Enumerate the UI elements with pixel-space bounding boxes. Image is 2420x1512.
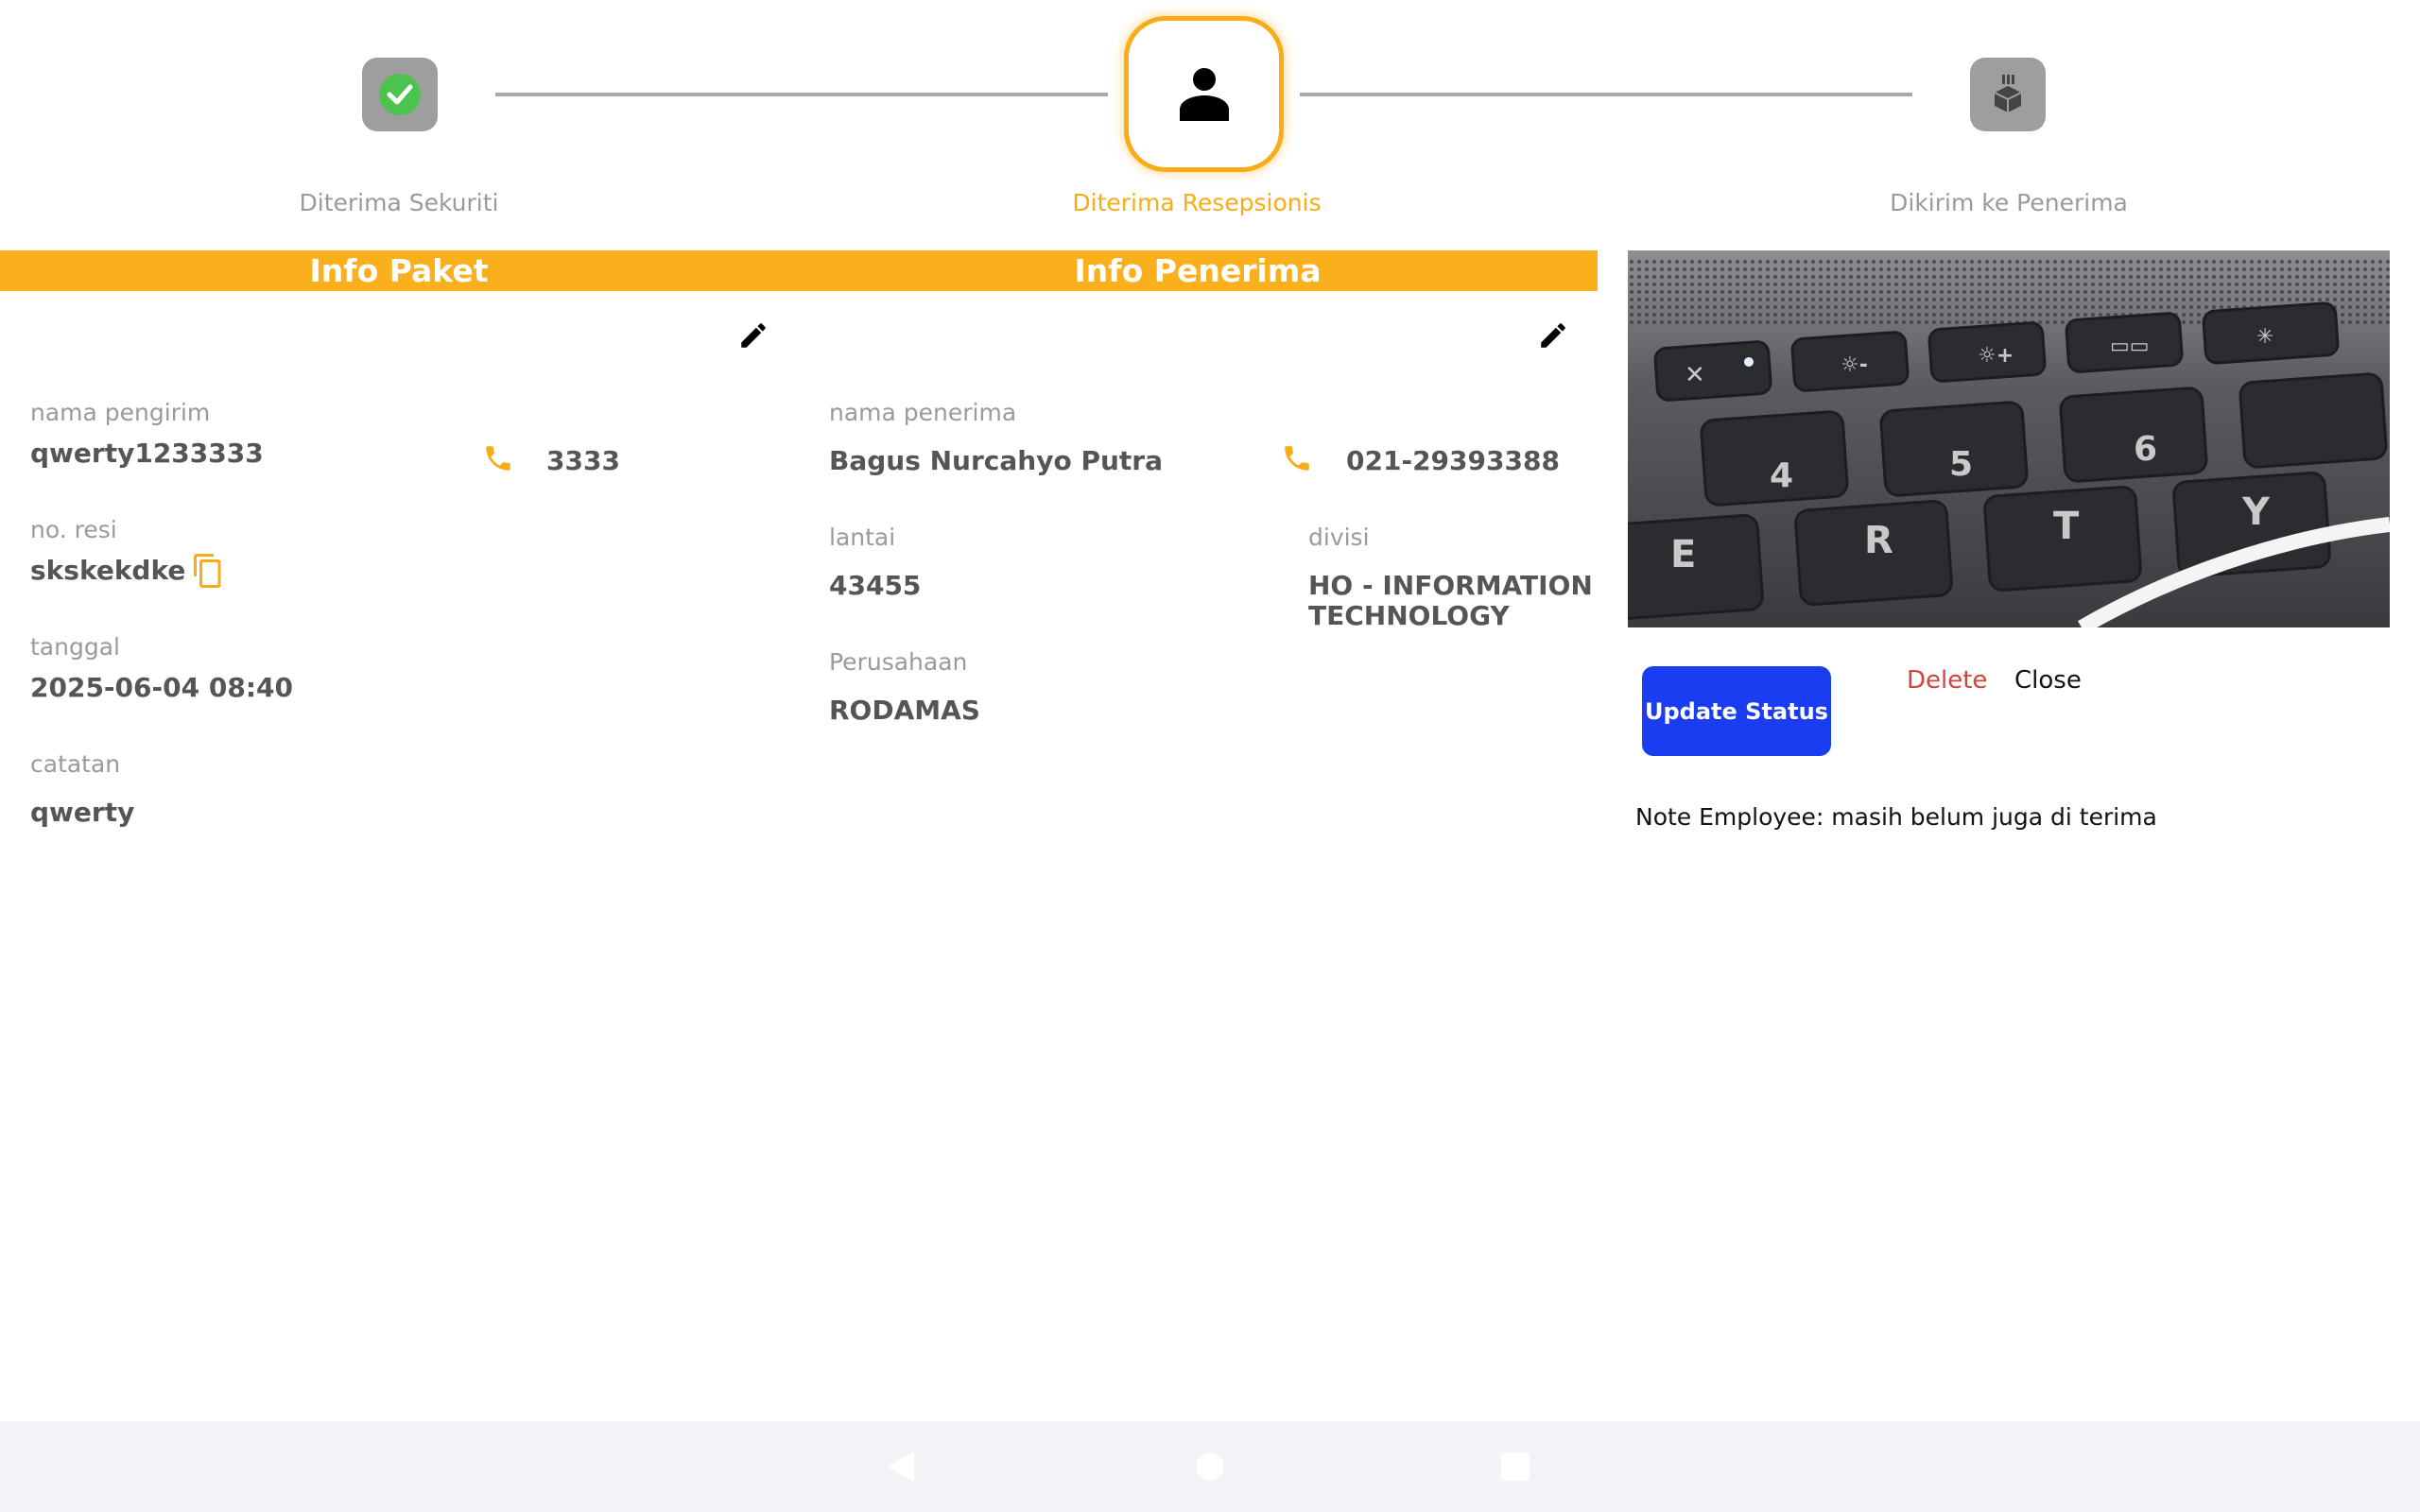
division-value-line2: TECHNOLOGY [1308, 600, 1510, 631]
recipient-phone-icon[interactable] [1281, 442, 1313, 474]
floor-label: lantai [829, 524, 896, 551]
stepper-connector-2 [1300, 93, 1912, 96]
svg-text:R: R [1864, 519, 1893, 562]
sender-phone-icon[interactable] [482, 442, 514, 474]
svg-text:T: T [2053, 505, 2080, 548]
keyboard-photo-image: ✕ ☼- ☼+ ▭▭ ✳ 4 5 6 E R T Y [1628, 250, 2390, 627]
sender-name-value: qwerty1233333 [30, 438, 264, 469]
svg-text:✕: ✕ [1685, 361, 1705, 389]
step-label-recipient: Dikirim ke Penerima [1890, 189, 2128, 216]
svg-text:▭▭: ▭▭ [2110, 335, 2150, 358]
svg-text:Y: Y [2241, 490, 2271, 534]
step-sent-to-recipient-icon [1970, 58, 2046, 131]
svg-text:☼+: ☼+ [1978, 344, 2014, 368]
note-value: qwerty [30, 797, 135, 828]
receipt-number-value: skskekdke [30, 555, 186, 586]
back-triangle-icon[interactable] [886, 1450, 916, 1484]
step-received-receptionist-icon [1124, 16, 1284, 172]
delete-button[interactable]: Delete [1907, 666, 1987, 695]
home-circle-icon[interactable] [1196, 1452, 1224, 1481]
recipient-phone-value[interactable]: 021-29393388 [1346, 445, 1560, 476]
info-paket-title: Info Paket [309, 252, 489, 289]
note-label: catatan [30, 750, 121, 778]
recent-apps-square-icon[interactable] [1501, 1452, 1530, 1481]
employee-note: Note Employee: masih belum juga di terim… [1635, 803, 2157, 831]
check-circle-icon [379, 74, 421, 115]
edit-paket-pencil-icon[interactable] [737, 319, 769, 352]
svg-text:5: 5 [1949, 445, 1973, 484]
copy-icon[interactable] [191, 552, 225, 590]
svg-text:4: 4 [1770, 456, 1793, 495]
stepper-connector-1 [495, 93, 1108, 96]
svg-text:✳: ✳ [2256, 325, 2273, 349]
close-button[interactable]: Close [2014, 666, 2082, 695]
step-label-security: Diterima Sekuriti [299, 189, 499, 216]
parcel-hand-icon [1994, 75, 2022, 112]
receipt-number-label: no. resi [30, 516, 117, 543]
sender-phone-value[interactable]: 3333 [546, 445, 620, 476]
recipient-name-value: Bagus Nurcahyo Putra [829, 445, 1164, 476]
division-value-line1: HO - INFORMATION [1308, 570, 1593, 601]
info-penerima-title: Info Penerima [1074, 252, 1322, 289]
step-label-receptionist: Diterima Resepsionis [1072, 189, 1322, 216]
person-icon [1179, 67, 1229, 121]
sender-name-label: nama pengirim [30, 399, 211, 426]
svg-text:E: E [1670, 533, 1696, 576]
date-value: 2025-06-04 08:40 [30, 672, 293, 703]
step-received-security-icon [362, 58, 438, 131]
edit-penerima-pencil-icon[interactable] [1537, 319, 1569, 352]
svg-text:6: 6 [2134, 430, 2157, 469]
company-label: Perusahaan [829, 648, 968, 676]
recipient-name-label: nama penerima [829, 399, 1017, 426]
division-label: divisi [1308, 524, 1370, 551]
update-status-button[interactable]: Update Status [1642, 666, 1831, 756]
svg-text:☼-: ☼- [1841, 353, 1868, 377]
floor-value: 43455 [829, 570, 922, 601]
company-value: RODAMAS [829, 695, 980, 726]
package-photo[interactable]: ✕ ☼- ☼+ ▭▭ ✳ 4 5 6 E R T Y [1628, 250, 2390, 627]
date-label: tanggal [30, 633, 120, 661]
